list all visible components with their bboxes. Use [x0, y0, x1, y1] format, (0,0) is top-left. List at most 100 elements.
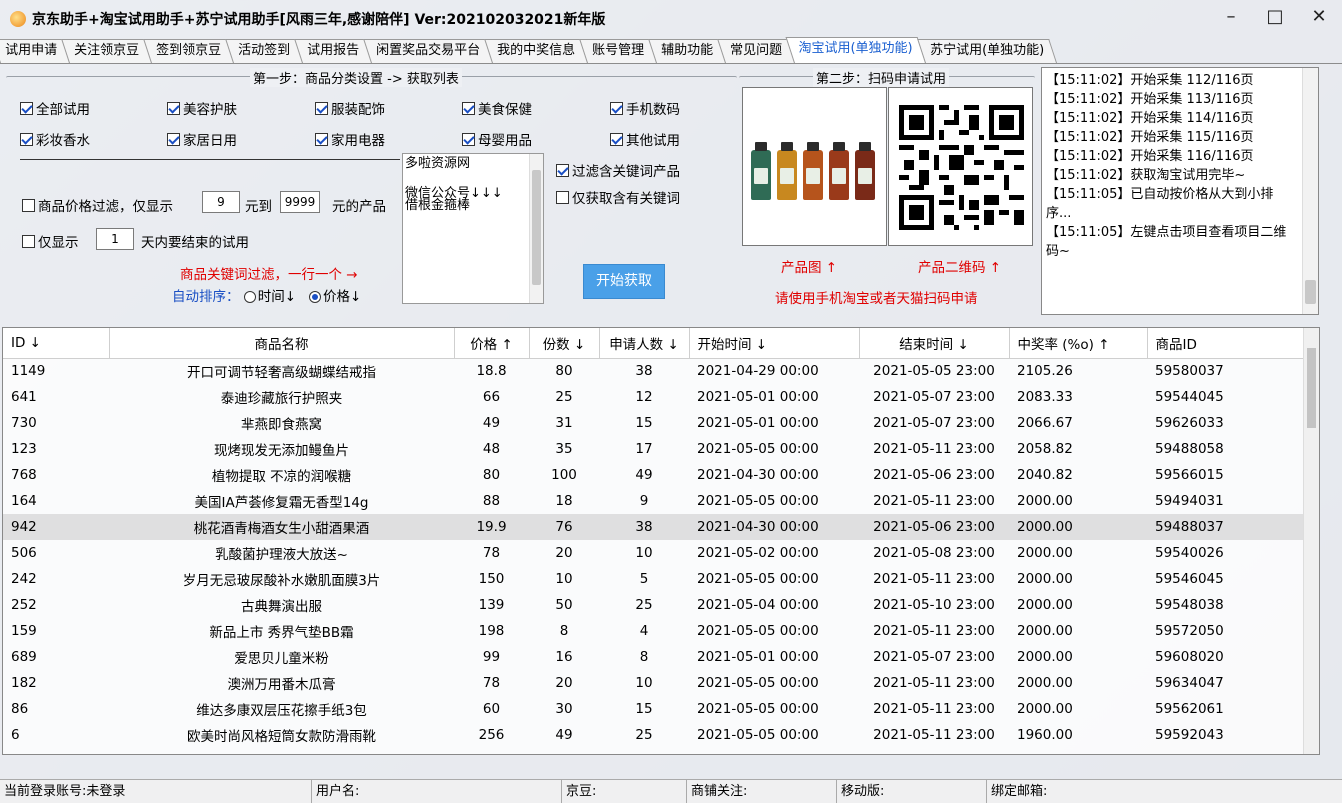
- log-scrollbar[interactable]: [1302, 68, 1318, 314]
- tab-account[interactable]: 账号管理: [579, 39, 658, 63]
- close-button[interactable]: ✕: [1308, 6, 1330, 28]
- checkbox-icon[interactable]: [20, 132, 33, 146]
- tab-taobao-trial[interactable]: 淘宝试用(单独功能): [785, 37, 927, 63]
- checkbox-icon[interactable]: [610, 132, 623, 146]
- tab-faq[interactable]: 常见问题: [717, 39, 796, 63]
- table-row[interactable]: 86 维达多康双层压花擦手纸3包 60 30 15 2021-05-05 00:00 202…: [3, 696, 1303, 722]
- log-panel[interactable]: 【15:11:02】开始采集 112/116页 【15:11:02】开始采集 1…: [1041, 67, 1319, 315]
- table-row[interactable]: 942 桃花酒青梅酒女生小甜酒果酒 19.9 76 38 2021-04-30 00:00…: [3, 514, 1303, 540]
- table-row[interactable]: 182 澳洲万用番木瓜膏 78 20 10 2021-05-05 00:00 2021-05…: [3, 670, 1303, 696]
- status-username: 用户名:: [312, 780, 562, 803]
- category-digital[interactable]: 手机数码: [610, 98, 680, 118]
- filter-keyword-checkbox[interactable]: 过滤含关键词产品: [556, 160, 680, 180]
- days-input[interactable]: 1: [96, 228, 134, 250]
- table-row[interactable]: 164 美国IA芦荟修复霜无香型14g 88 18 9 2021-05-05 00:00 2…: [3, 488, 1303, 514]
- trial-table[interactable]: ID ↓ 商品名称 价格 ↑ 份数 ↓ 申请人数 ↓ 开始时间 ↓ 结束时间 ↓…: [2, 327, 1320, 755]
- category-all[interactable]: 全部试用: [20, 98, 90, 118]
- product-image[interactable]: [742, 87, 887, 246]
- table-row[interactable]: 252 古典舞演出服 139 50 25 2021-05-04 00:00 2021-05-…: [3, 592, 1303, 618]
- table-cell: 开口可调节轻奢高级蝴蝶结戒指: [187, 365, 376, 382]
- table-row[interactable]: 1149 开口可调节轻奢高级蝴蝶结戒指 18.8 80 38 2021-04-29 00:…: [3, 358, 1303, 384]
- table-row[interactable]: 242 岁月无忌玻尿酸补水嫩肌面膜3片 150 10 5 2021-05-05 00:00…: [3, 566, 1303, 592]
- category-other[interactable]: 其他试用: [610, 129, 680, 149]
- product-qr-code[interactable]: [888, 87, 1033, 246]
- category-home[interactable]: 家居日用: [167, 129, 237, 149]
- table-row[interactable]: 641 泰迪珍藏旅行护照夹 66 25 12 2021-05-01 00:00 2021-0…: [3, 384, 1303, 410]
- tab-signin-jingdou[interactable]: 签到领京豆: [143, 39, 235, 63]
- checkbox-icon[interactable]: [20, 101, 33, 115]
- table-cell: 50: [555, 597, 573, 613]
- category-appliance[interactable]: 家用电器: [315, 129, 385, 149]
- table-cell: 48: [482, 441, 501, 457]
- table-cell: 20: [555, 675, 573, 691]
- tab-trial-report[interactable]: 试用报告: [294, 39, 373, 63]
- radio-icon[interactable]: [243, 291, 256, 303]
- only-keyword-checkbox[interactable]: 仅获取含有关键词: [556, 187, 680, 207]
- sort-time-radio[interactable]: 时间↓: [243, 289, 296, 305]
- scroll-thumb[interactable]: [1305, 280, 1316, 304]
- sort-price-radio[interactable]: 价格↓: [308, 289, 361, 305]
- table-cell: 99: [482, 649, 501, 665]
- title-bar[interactable]: 京东助手+淘宝试用助手+苏宁试用助手[风雨三年,感谢陪伴] Ver:202102…: [0, 0, 1342, 38]
- checkbox-icon[interactable]: [315, 132, 328, 146]
- checkbox-icon[interactable]: [462, 132, 475, 146]
- table-cell: 2021-05-05 23:00: [873, 363, 995, 380]
- col-header-id[interactable]: ID ↓: [3, 328, 110, 359]
- table-row[interactable]: 730 芈燕即食燕窝 49 31 15 2021-05-01 00:00 2021-05-0…: [3, 410, 1303, 436]
- checkbox-icon[interactable]: [167, 132, 180, 146]
- col-header-name[interactable]: 商品名称: [109, 328, 455, 359]
- table-scrollbar[interactable]: [1303, 328, 1319, 754]
- tab-idle-trade[interactable]: 闲置奖品交易平台: [363, 39, 494, 63]
- checkbox-icon[interactable]: [167, 101, 180, 115]
- table-cell: 2021-04-30 00:00: [689, 514, 859, 540]
- checkbox-icon[interactable]: [315, 101, 328, 115]
- checkbox-icon[interactable]: [556, 190, 569, 204]
- keywords-textarea[interactable]: 多啦资源网 微信公众号↓↓↓ 借根金箍棒: [402, 153, 544, 304]
- col-header-rate[interactable]: 中奖率 (%o) ↑: [1009, 328, 1148, 359]
- checkbox-icon[interactable]: [462, 101, 475, 115]
- tab-my-prizes[interactable]: 我的中奖信息: [484, 39, 589, 63]
- minimize-button[interactable]: –: [1220, 6, 1242, 28]
- tab-follow-jingdou[interactable]: 关注领京豆: [61, 39, 153, 63]
- table-row[interactable]: 768 植物提取 不凉的润喉糖 80 100 49 2021-04-30 00:00 202…: [3, 462, 1303, 488]
- scroll-thumb[interactable]: [1307, 348, 1316, 428]
- table-cell: 2021-05-05 00:00: [697, 727, 819, 743]
- tab-trial-apply[interactable]: 试用申请: [0, 39, 71, 63]
- checkbox-icon[interactable]: [610, 101, 623, 115]
- category-baby[interactable]: 母婴用品: [462, 129, 532, 149]
- category-apparel[interactable]: 服装配饰: [315, 98, 385, 118]
- table-row[interactable]: 159 新品上市 秀界气垫BB霜 198 8 4 2021-05-05 00:00 2021…: [3, 618, 1303, 644]
- checkbox-icon[interactable]: [556, 163, 569, 177]
- table-row[interactable]: 689 爱思贝儿童米粉 99 16 8 2021-05-01 00:00 2021-05-0…: [3, 644, 1303, 670]
- keywords-scrollbar[interactable]: [529, 154, 543, 303]
- col-header-quantity[interactable]: 份数 ↓: [529, 328, 600, 359]
- keyword-hint: 商品关键词过滤，一行一个 →: [180, 267, 358, 283]
- col-header-price[interactable]: 价格 ↑: [454, 328, 530, 359]
- tab-tools[interactable]: 辅助功能: [648, 39, 727, 63]
- scroll-thumb[interactable]: [532, 170, 541, 285]
- price-max-input[interactable]: 9999: [280, 191, 320, 213]
- checkbox-icon[interactable]: [22, 198, 35, 212]
- price-min-input[interactable]: 9: [202, 191, 240, 213]
- category-makeup[interactable]: 彩妆香水: [20, 129, 90, 149]
- table-cell: 59546045: [1155, 571, 1224, 587]
- col-header-product-id[interactable]: 商品ID: [1147, 328, 1304, 359]
- category-food[interactable]: 美食保健: [462, 98, 532, 118]
- tab-activity-signin[interactable]: 活动签到: [225, 39, 304, 63]
- table-row[interactable]: 506 乳酸菌护理液大放送~ 78 20 10 2021-05-02 00:00 2021-…: [3, 540, 1303, 566]
- price-filter-checkbox[interactable]: 商品价格过滤，仅显示: [22, 195, 173, 215]
- radio-icon[interactable]: [308, 291, 321, 303]
- tab-suning-trial[interactable]: 苏宁试用(单独功能): [917, 39, 1058, 63]
- col-header-applicants[interactable]: 申请人数 ↓: [599, 328, 690, 359]
- table-row[interactable]: 123 现烤现发无添加鳗鱼片 48 35 17 2021-05-05 00:00 2021-…: [3, 436, 1303, 462]
- trial-table-grid: ID ↓ 商品名称 价格 ↑ 份数 ↓ 申请人数 ↓ 开始时间 ↓ 结束时间 ↓…: [3, 328, 1304, 748]
- category-skincare[interactable]: 美容护肤: [167, 98, 237, 118]
- start-fetch-button[interactable]: 开始获取: [583, 264, 665, 299]
- days-filter-checkbox[interactable]: 仅显示: [22, 231, 79, 251]
- checkbox-icon[interactable]: [22, 234, 35, 248]
- table-cell: 2021-05-01 00:00: [697, 415, 819, 431]
- col-header-start[interactable]: 开始时间 ↓: [689, 328, 860, 359]
- table-row[interactable]: 6 欧美时尚风格短筒女款防滑雨靴 256 49 25 2021-05-05 00:00 20…: [3, 722, 1303, 748]
- maximize-button[interactable]: □: [1264, 6, 1286, 28]
- col-header-end[interactable]: 结束时间 ↓: [859, 328, 1010, 359]
